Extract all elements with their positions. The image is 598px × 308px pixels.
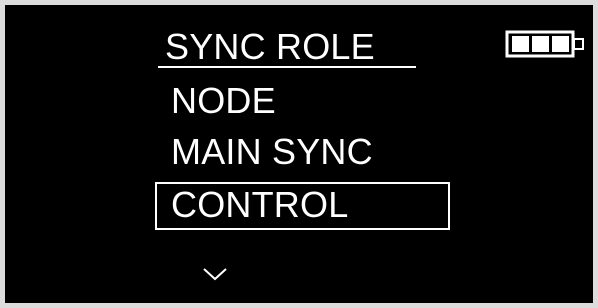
battery-icon	[505, 30, 584, 58]
device-screen: SYNC ROLE NODE MAIN SYNC CONTROL	[5, 5, 593, 303]
menu-item-node[interactable]: NODE	[171, 81, 276, 121]
chevron-down-icon[interactable]	[202, 267, 228, 281]
menu-item-main-sync[interactable]: MAIN SYNC	[171, 132, 373, 172]
title-underline	[158, 66, 416, 68]
menu-item-control[interactable]: CONTROL	[171, 185, 348, 225]
menu-title: SYNC ROLE	[165, 26, 375, 67]
